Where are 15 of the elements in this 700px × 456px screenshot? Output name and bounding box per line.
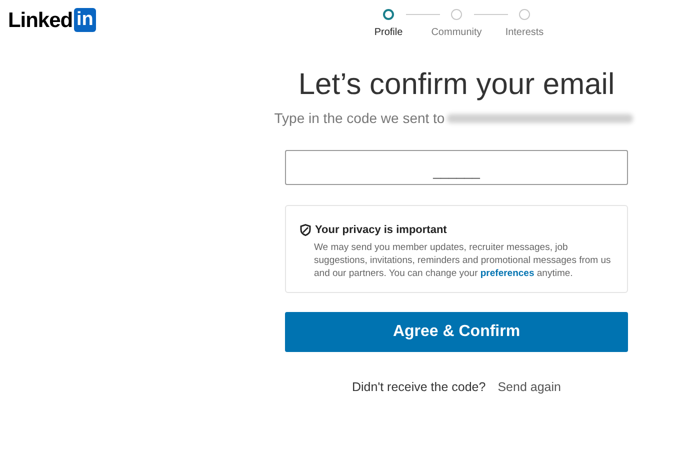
resend-prompt: Didn't receive the code? (352, 379, 486, 396)
page-heading: Let’s confirm your email (298, 67, 615, 103)
agree-confirm-button[interactable]: Agree & Confirm (285, 312, 628, 352)
send-again-link[interactable]: Send again (498, 378, 561, 397)
logo-text: Linked (8, 10, 73, 30)
preferences-link[interactable]: preferences (480, 268, 534, 279)
privacy-text: We may send you member updates, recruiter messages, job suggestions, invitations, reminders and promotional messages from us and our partners. You can change your preferences anytime. (313, 241, 612, 280)
code-input-field[interactable]: ______ (285, 150, 628, 184)
step-label[interactable]: Profile (374, 25, 403, 40)
step-label[interactable]: Community (431, 25, 482, 40)
subtitle: Type in the code we sent to (274, 108, 445, 128)
privacy-title: Your privacy is important (315, 222, 447, 238)
logo-badge: in (74, 8, 96, 32)
step-label[interactable]: Interests (505, 25, 544, 40)
shield-icon (300, 224, 311, 236)
